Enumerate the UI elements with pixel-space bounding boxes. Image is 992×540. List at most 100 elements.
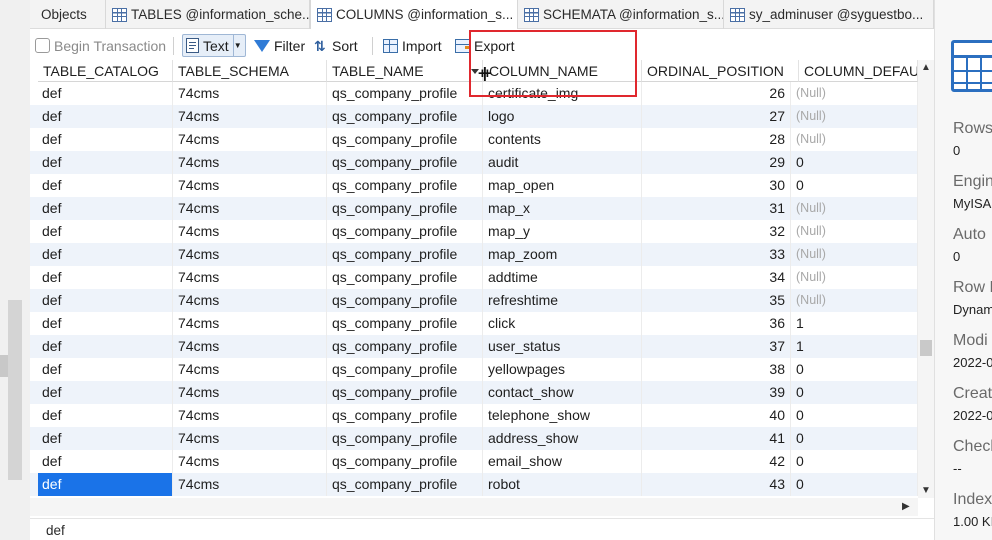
cell-column-name[interactable]: refreshtime <box>483 289 642 312</box>
table-row[interactable]: def 74cms qs_company_profile telephone_show… <box>30 404 918 427</box>
cell-table-catalog[interactable]: def <box>38 151 173 174</box>
cell-table-catalog[interactable]: def <box>38 243 173 266</box>
cell-table-catalog[interactable]: def <box>38 358 173 381</box>
scroll-down-icon[interactable]: ▼ <box>921 485 931 496</box>
horizontal-scrollbar[interactable]: ▶ <box>30 498 918 516</box>
column-header-table-schema[interactable]: TABLE_SCHEMA <box>173 60 327 82</box>
cell-table-catalog[interactable]: def <box>38 266 173 289</box>
cell-table-catalog[interactable]: def <box>38 220 173 243</box>
scroll-right-icon[interactable]: ▶ <box>902 501 910 512</box>
cell-table-name[interactable]: qs_company_profile <box>327 82 483 105</box>
cell-column-name[interactable]: map_x <box>483 197 642 220</box>
cell-ordinal-position[interactable]: 26 <box>642 82 791 105</box>
cell-table-catalog[interactable]: def <box>38 427 173 450</box>
cell-table-catalog[interactable]: def <box>38 404 173 427</box>
cell-column-name[interactable]: map_y <box>483 220 642 243</box>
column-header-column-default[interactable]: COLUMN_DEFAUL <box>799 60 918 82</box>
tab-columns[interactable]: COLUMNS @information_s... <box>310 0 518 29</box>
cell-table-name[interactable]: qs_company_profile <box>327 220 483 243</box>
cell-table-schema[interactable]: 74cms <box>173 289 327 312</box>
cell-ordinal-position[interactable]: 42 <box>642 450 791 473</box>
cell-column-default[interactable]: (Null) <box>791 197 918 220</box>
cell-table-schema[interactable]: 74cms <box>173 266 327 289</box>
cell-table-schema[interactable]: 74cms <box>173 312 327 335</box>
cell-table-catalog[interactable]: def <box>38 473 173 496</box>
cell-ordinal-position[interactable]: 32 <box>642 220 791 243</box>
cell-column-name[interactable]: email_show <box>483 450 642 473</box>
cell-ordinal-position[interactable]: 40 <box>642 404 791 427</box>
table-row[interactable]: def 74cms qs_company_profile yellowpages 38 0 <box>30 358 918 381</box>
cell-table-name[interactable]: qs_company_profile <box>327 358 483 381</box>
cell-table-name[interactable]: qs_company_profile <box>327 473 483 496</box>
cell-ordinal-position[interactable]: 27 <box>642 105 791 128</box>
cell-table-catalog[interactable]: def <box>38 381 173 404</box>
cell-table-schema[interactable]: 74cms <box>173 335 327 358</box>
table-row[interactable]: def 74cms qs_company_profile refreshtime 35(… <box>30 289 918 312</box>
cell-column-default[interactable]: 0 <box>791 151 918 174</box>
cell-table-schema[interactable]: 74cms <box>173 82 327 105</box>
cell-table-name[interactable]: qs_company_profile <box>327 289 483 312</box>
cell-table-catalog[interactable]: def <box>38 312 173 335</box>
cell-column-name[interactable]: yellowpages <box>483 358 642 381</box>
cell-table-schema[interactable]: 74cms <box>173 105 327 128</box>
left-scrollbar[interactable] <box>8 300 22 480</box>
import-button[interactable]: Import <box>383 34 442 57</box>
table-row[interactable]: def 74cms qs_company_profile addtime 34 (Null… <box>30 266 918 289</box>
cell-table-name[interactable]: qs_company_profile <box>327 427 483 450</box>
cell-column-default[interactable]: (Null) <box>791 105 918 128</box>
cell-column-default[interactable]: (Null) <box>791 289 918 312</box>
filter-button[interactable]: Filter <box>254 34 305 57</box>
cell-ordinal-position[interactable]: 34 <box>642 266 791 289</box>
cell-table-name[interactable]: qs_company_profile <box>327 266 483 289</box>
text-view-button[interactable]: Text ▼ <box>182 34 246 57</box>
cell-table-schema[interactable]: 74cms <box>173 151 327 174</box>
cell-ordinal-position[interactable]: 28 <box>642 128 791 151</box>
table-row[interactable]: def 74cms qs_company_profile logo 27 (Null) <box>30 105 918 128</box>
cell-column-name[interactable]: user_status <box>483 335 642 358</box>
table-row[interactable]: def 74cms qs_company_profile email_show 42 0 <box>30 450 918 473</box>
cell-table-name[interactable]: qs_company_profile <box>327 312 483 335</box>
cell-column-name[interactable]: click <box>483 312 642 335</box>
cell-ordinal-position[interactable]: 38 <box>642 358 791 381</box>
tab-objects[interactable]: Objects <box>30 0 106 29</box>
cell-column-default[interactable]: (Null) <box>791 243 918 266</box>
column-header-ordinal-position[interactable]: ORDINAL_POSITION <box>642 60 799 82</box>
cell-table-catalog[interactable]: def <box>38 450 173 473</box>
cell-table-name[interactable]: qs_company_profile <box>327 197 483 220</box>
table-row[interactable]: def 74cms qs_company_profile audit 29 0 <box>30 151 918 174</box>
column-header-table-name[interactable]: TABLE_NAME <box>327 60 483 82</box>
cell-column-default[interactable]: (Null) <box>791 220 918 243</box>
table-row[interactable]: def 74cms qs_company_profile map_x 31 (Null) <box>30 197 918 220</box>
tab-schemata[interactable]: SCHEMATA @information_s... <box>518 0 724 29</box>
cell-table-catalog[interactable]: def <box>38 289 173 312</box>
cell-column-default[interactable]: 0 <box>791 473 918 496</box>
cell-column-name[interactable]: address_show <box>483 427 642 450</box>
cell-ordinal-position[interactable]: 37 <box>642 335 791 358</box>
vertical-scroll-thumb[interactable] <box>920 340 932 356</box>
cell-column-name[interactable]: logo <box>483 105 642 128</box>
tab-tables[interactable]: TABLES @information_sche... <box>106 0 310 29</box>
cell-column-default[interactable]: 0 <box>791 358 918 381</box>
cell-column-default[interactable]: 0 <box>791 404 918 427</box>
vertical-scrollbar[interactable]: ▲ ▼ <box>918 60 934 498</box>
scroll-up-icon[interactable]: ▲ <box>921 62 931 73</box>
cell-table-name[interactable]: qs_company_profile <box>327 128 483 151</box>
table-row[interactable]: def 74cms qs_company_profile map_zoom 33 (Nul… <box>30 243 918 266</box>
cell-table-name[interactable]: qs_company_profile <box>327 105 483 128</box>
table-row[interactable]: def 74cms qs_company_profile contact_show 39… <box>30 381 918 404</box>
cell-ordinal-position[interactable]: 31 <box>642 197 791 220</box>
cell-table-schema[interactable]: 74cms <box>173 404 327 427</box>
cell-ordinal-position[interactable]: 30 <box>642 174 791 197</box>
cell-column-name[interactable]: contact_show <box>483 381 642 404</box>
tab-sy-adminuser[interactable]: sy_adminuser @syguestbo... <box>724 0 934 29</box>
cell-column-name[interactable]: map_open <box>483 174 642 197</box>
begin-transaction-button[interactable]: Begin Transaction <box>35 34 166 57</box>
cell-column-default[interactable]: 1 <box>791 312 918 335</box>
table-row[interactable]: def 74cms qs_company_profile map_open 30 0 <box>30 174 918 197</box>
cell-ordinal-position[interactable]: 35 <box>642 289 791 312</box>
cell-ordinal-position[interactable]: 33 <box>642 243 791 266</box>
cell-table-name[interactable]: qs_company_profile <box>327 404 483 427</box>
cell-ordinal-position[interactable]: 36 <box>642 312 791 335</box>
cell-table-catalog[interactable]: def <box>38 105 173 128</box>
chevron-down-icon[interactable]: ▼ <box>232 35 242 56</box>
